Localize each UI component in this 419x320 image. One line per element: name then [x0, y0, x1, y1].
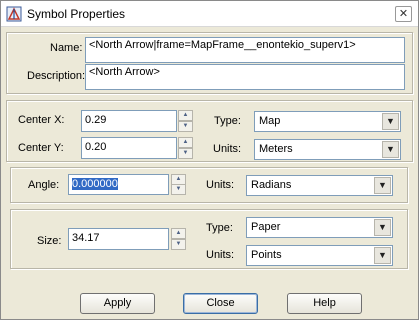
size-down-arrow-icon[interactable]: ▼ [171, 239, 186, 250]
center-y-input[interactable]: 0.20 [81, 137, 177, 159]
size-value: 34.17 [72, 232, 100, 244]
title-bar: Symbol Properties ✕ [1, 1, 418, 27]
size-units-select[interactable]: Points ▼ [246, 245, 393, 266]
size-type-label: Type: [206, 222, 233, 234]
size-input[interactable]: 34.17 [68, 228, 169, 250]
position-type-select[interactable]: Map ▼ [254, 111, 401, 132]
window-title: Symbol Properties [27, 7, 126, 21]
position-units-value: Meters [259, 143, 293, 155]
symbol-properties-dialog: Symbol Properties ✕ Name: <North Arrow|f… [0, 0, 419, 320]
center-y-label: Center Y: [18, 142, 64, 154]
help-button[interactable]: Help [287, 293, 362, 314]
angle-label: Angle: [28, 179, 60, 191]
close-icon[interactable]: ✕ [395, 6, 412, 22]
angle-spinner[interactable]: ▲ ▼ [171, 174, 186, 195]
chevron-down-icon[interactable]: ▼ [382, 141, 399, 158]
description-field[interactable]: <North Arrow> [85, 64, 405, 90]
name-field[interactable]: <North Arrow|frame=MapFrame__enontekio_s… [85, 37, 405, 63]
center-x-spinner[interactable]: ▲ ▼ [178, 110, 193, 132]
size-units-value: Points [251, 249, 282, 261]
center-x-label: Center X: [18, 114, 65, 126]
center-x-down-arrow-icon[interactable]: ▼ [178, 121, 193, 132]
size-up-arrow-icon[interactable]: ▲ [171, 228, 186, 239]
center-x-input[interactable]: 0.29 [81, 110, 177, 132]
description-label: Description: [27, 70, 86, 82]
angle-value: 0.000000 [72, 178, 118, 190]
position-units-label: Units: [213, 143, 242, 155]
size-spinner[interactable]: ▲ ▼ [171, 228, 186, 250]
center-x-up-arrow-icon[interactable]: ▲ [178, 110, 193, 121]
size-type-select[interactable]: Paper ▼ [246, 217, 393, 238]
center-y-value: 0.20 [85, 141, 107, 153]
chevron-down-icon[interactable]: ▼ [374, 247, 391, 264]
position-type-label: Type: [214, 115, 241, 127]
size-label: Size: [37, 235, 62, 247]
description-field-value: <North Arrow> [89, 66, 160, 78]
angle-units-label: Units: [206, 179, 235, 191]
angle-units-select[interactable]: Radians ▼ [246, 175, 393, 196]
name-field-value: <North Arrow|frame=MapFrame__enontekio_s… [89, 39, 356, 51]
center-y-down-arrow-icon[interactable]: ▼ [178, 148, 193, 159]
size-type-value: Paper [251, 221, 281, 233]
name-label: Name: [50, 42, 83, 54]
apply-button[interactable]: Apply [80, 293, 155, 314]
center-y-spinner[interactable]: ▲ ▼ [178, 137, 193, 159]
position-units-select[interactable]: Meters ▼ [254, 139, 401, 160]
chevron-down-icon[interactable]: ▼ [374, 219, 391, 236]
close-button[interactable]: Close [183, 293, 258, 314]
angle-input[interactable]: 0.000000 [68, 174, 169, 195]
symbol-properties-app-icon [6, 6, 22, 22]
chevron-down-icon[interactable]: ▼ [382, 113, 399, 130]
angle-down-arrow-icon[interactable]: ▼ [171, 184, 186, 195]
center-y-up-arrow-icon[interactable]: ▲ [178, 137, 193, 148]
size-units-label: Units: [206, 249, 235, 261]
chevron-down-icon[interactable]: ▼ [374, 177, 391, 194]
position-type-value: Map [259, 115, 281, 127]
center-x-value: 0.29 [85, 114, 107, 126]
angle-units-value: Radians [251, 179, 292, 191]
